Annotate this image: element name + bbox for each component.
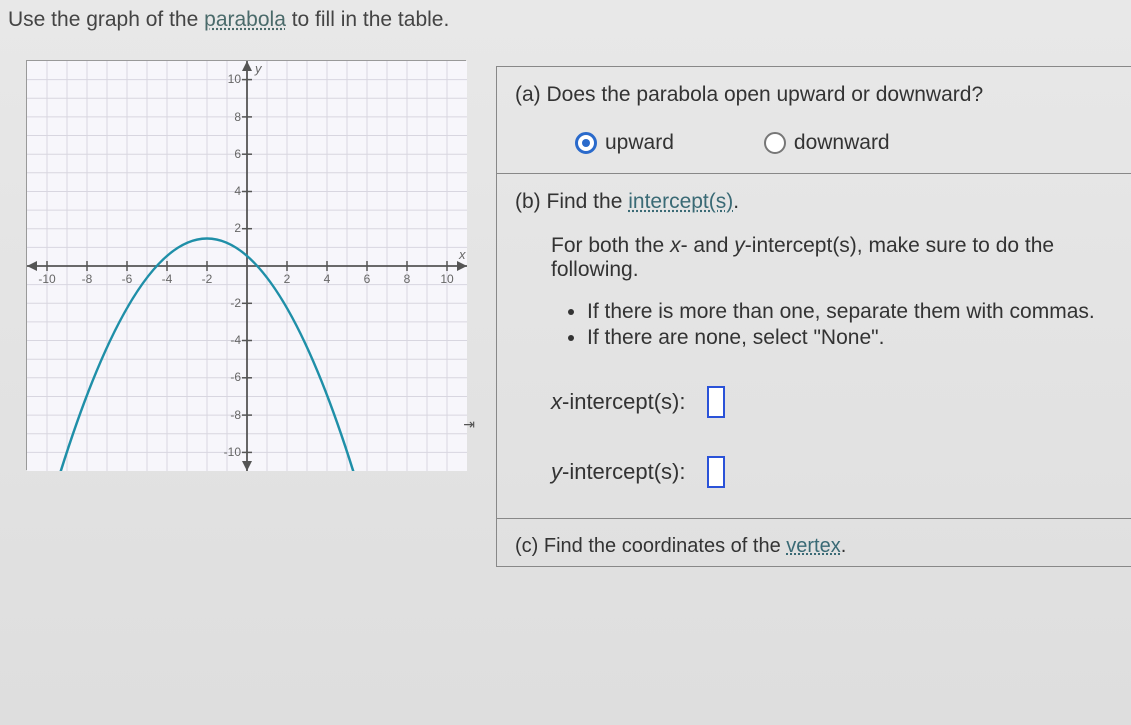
svg-text:-4: -4: [162, 272, 173, 286]
svg-text:x: x: [458, 247, 466, 262]
graph-panel: -10 -8 -6 -4 -2 2 4 6 8 10 10 8 6 4 2 -2 -4 -6 -8 -1…: [26, 60, 466, 470]
t: -intercept(s):: [562, 459, 685, 484]
x-intercept-label: x-intercept(s):: [551, 389, 685, 415]
bullet-1: If there is more than one, separate them…: [587, 300, 1117, 324]
questions-table: (a) Does the parabola open upward or dow…: [496, 66, 1131, 567]
svg-text:4: 4: [324, 272, 331, 286]
main-row: -10 -8 -6 -4 -2 2 4 6 8 10 10 8 6 4 2 -2 -4 -6 -8 -1…: [6, 60, 1131, 567]
parabola-link[interactable]: parabola: [204, 8, 286, 31]
radio-downward[interactable]: downward: [764, 131, 890, 155]
part-c-pre: (c) Find the coordinates of the: [515, 535, 786, 557]
resize-handle-icon[interactable]: ⇥: [463, 416, 475, 433]
bullet-2: If there are none, select "None".: [587, 326, 1117, 350]
svg-text:-6: -6: [122, 272, 133, 286]
x-intercept-input[interactable]: [707, 386, 725, 418]
svg-text:-8: -8: [230, 408, 241, 422]
svg-text:-2: -2: [202, 272, 213, 286]
part-b-bullets: If there is more than one, separate them…: [515, 300, 1117, 350]
svg-text:2: 2: [234, 221, 241, 235]
t: y: [551, 459, 562, 484]
it-x: x: [670, 234, 681, 257]
it-y: y: [734, 234, 745, 257]
radio-row: upward downward: [515, 131, 1117, 155]
part-b: (b) Find the intercept(s). For both the …: [497, 174, 1131, 519]
instruction-post: to fill in the table.: [286, 8, 449, 31]
svg-text:10: 10: [228, 72, 242, 86]
radio-circle-icon: [575, 132, 597, 154]
part-a-question: (a) Does the parabola open upward or dow…: [515, 83, 1117, 107]
radio-upward[interactable]: upward: [575, 131, 674, 155]
svg-text:10: 10: [440, 272, 454, 286]
svg-text:-10: -10: [224, 445, 242, 459]
instruction-pre: Use the graph of the: [8, 8, 204, 31]
vertex-link[interactable]: vertex: [786, 535, 840, 557]
x-intercept-row: x-intercept(s):: [515, 386, 1117, 418]
t: For both the: [551, 234, 670, 257]
svg-text:-2: -2: [230, 296, 241, 310]
svg-text:6: 6: [364, 272, 371, 286]
svg-text:4: 4: [234, 184, 241, 198]
y-intercept-row: y-intercept(s):: [515, 456, 1117, 488]
svg-text:8: 8: [404, 272, 411, 286]
svg-text:-8: -8: [82, 272, 93, 286]
svg-text:6: 6: [234, 147, 241, 161]
svg-text:-6: -6: [230, 370, 241, 384]
part-a: (a) Does the parabola open upward or dow…: [497, 67, 1131, 174]
radio-circle-icon: [764, 132, 786, 154]
intercepts-link[interactable]: intercept(s): [628, 190, 733, 213]
svg-text:-4: -4: [230, 333, 241, 347]
part-b-lead: (b) Find the intercept(s).: [515, 190, 1117, 214]
instruction-text: Use the graph of the parabola to fill in…: [6, 8, 1131, 32]
part-c: (c) Find the coordinates of the vertex.: [497, 519, 1131, 566]
part-b-post: .: [733, 190, 739, 213]
t: x: [551, 389, 562, 414]
t: - and: [681, 234, 735, 257]
y-intercept-label: y-intercept(s):: [551, 459, 685, 485]
svg-text:-10: -10: [38, 272, 56, 286]
t: -intercept(s):: [562, 389, 685, 414]
y-intercept-input[interactable]: [707, 456, 725, 488]
part-b-instruction: For both the x- and y-intercept(s), make…: [515, 224, 1117, 300]
part-b-pre: (b) Find the: [515, 190, 628, 213]
radio-upward-label: upward: [605, 131, 674, 155]
part-c-post: .: [841, 535, 847, 557]
radio-downward-label: downward: [794, 131, 890, 155]
parabola-graph: -10 -8 -6 -4 -2 2 4 6 8 10 10 8 6 4 2 -2 -4 -6 -8 -1…: [27, 61, 467, 471]
svg-text:2: 2: [284, 272, 291, 286]
svg-text:8: 8: [234, 110, 241, 124]
